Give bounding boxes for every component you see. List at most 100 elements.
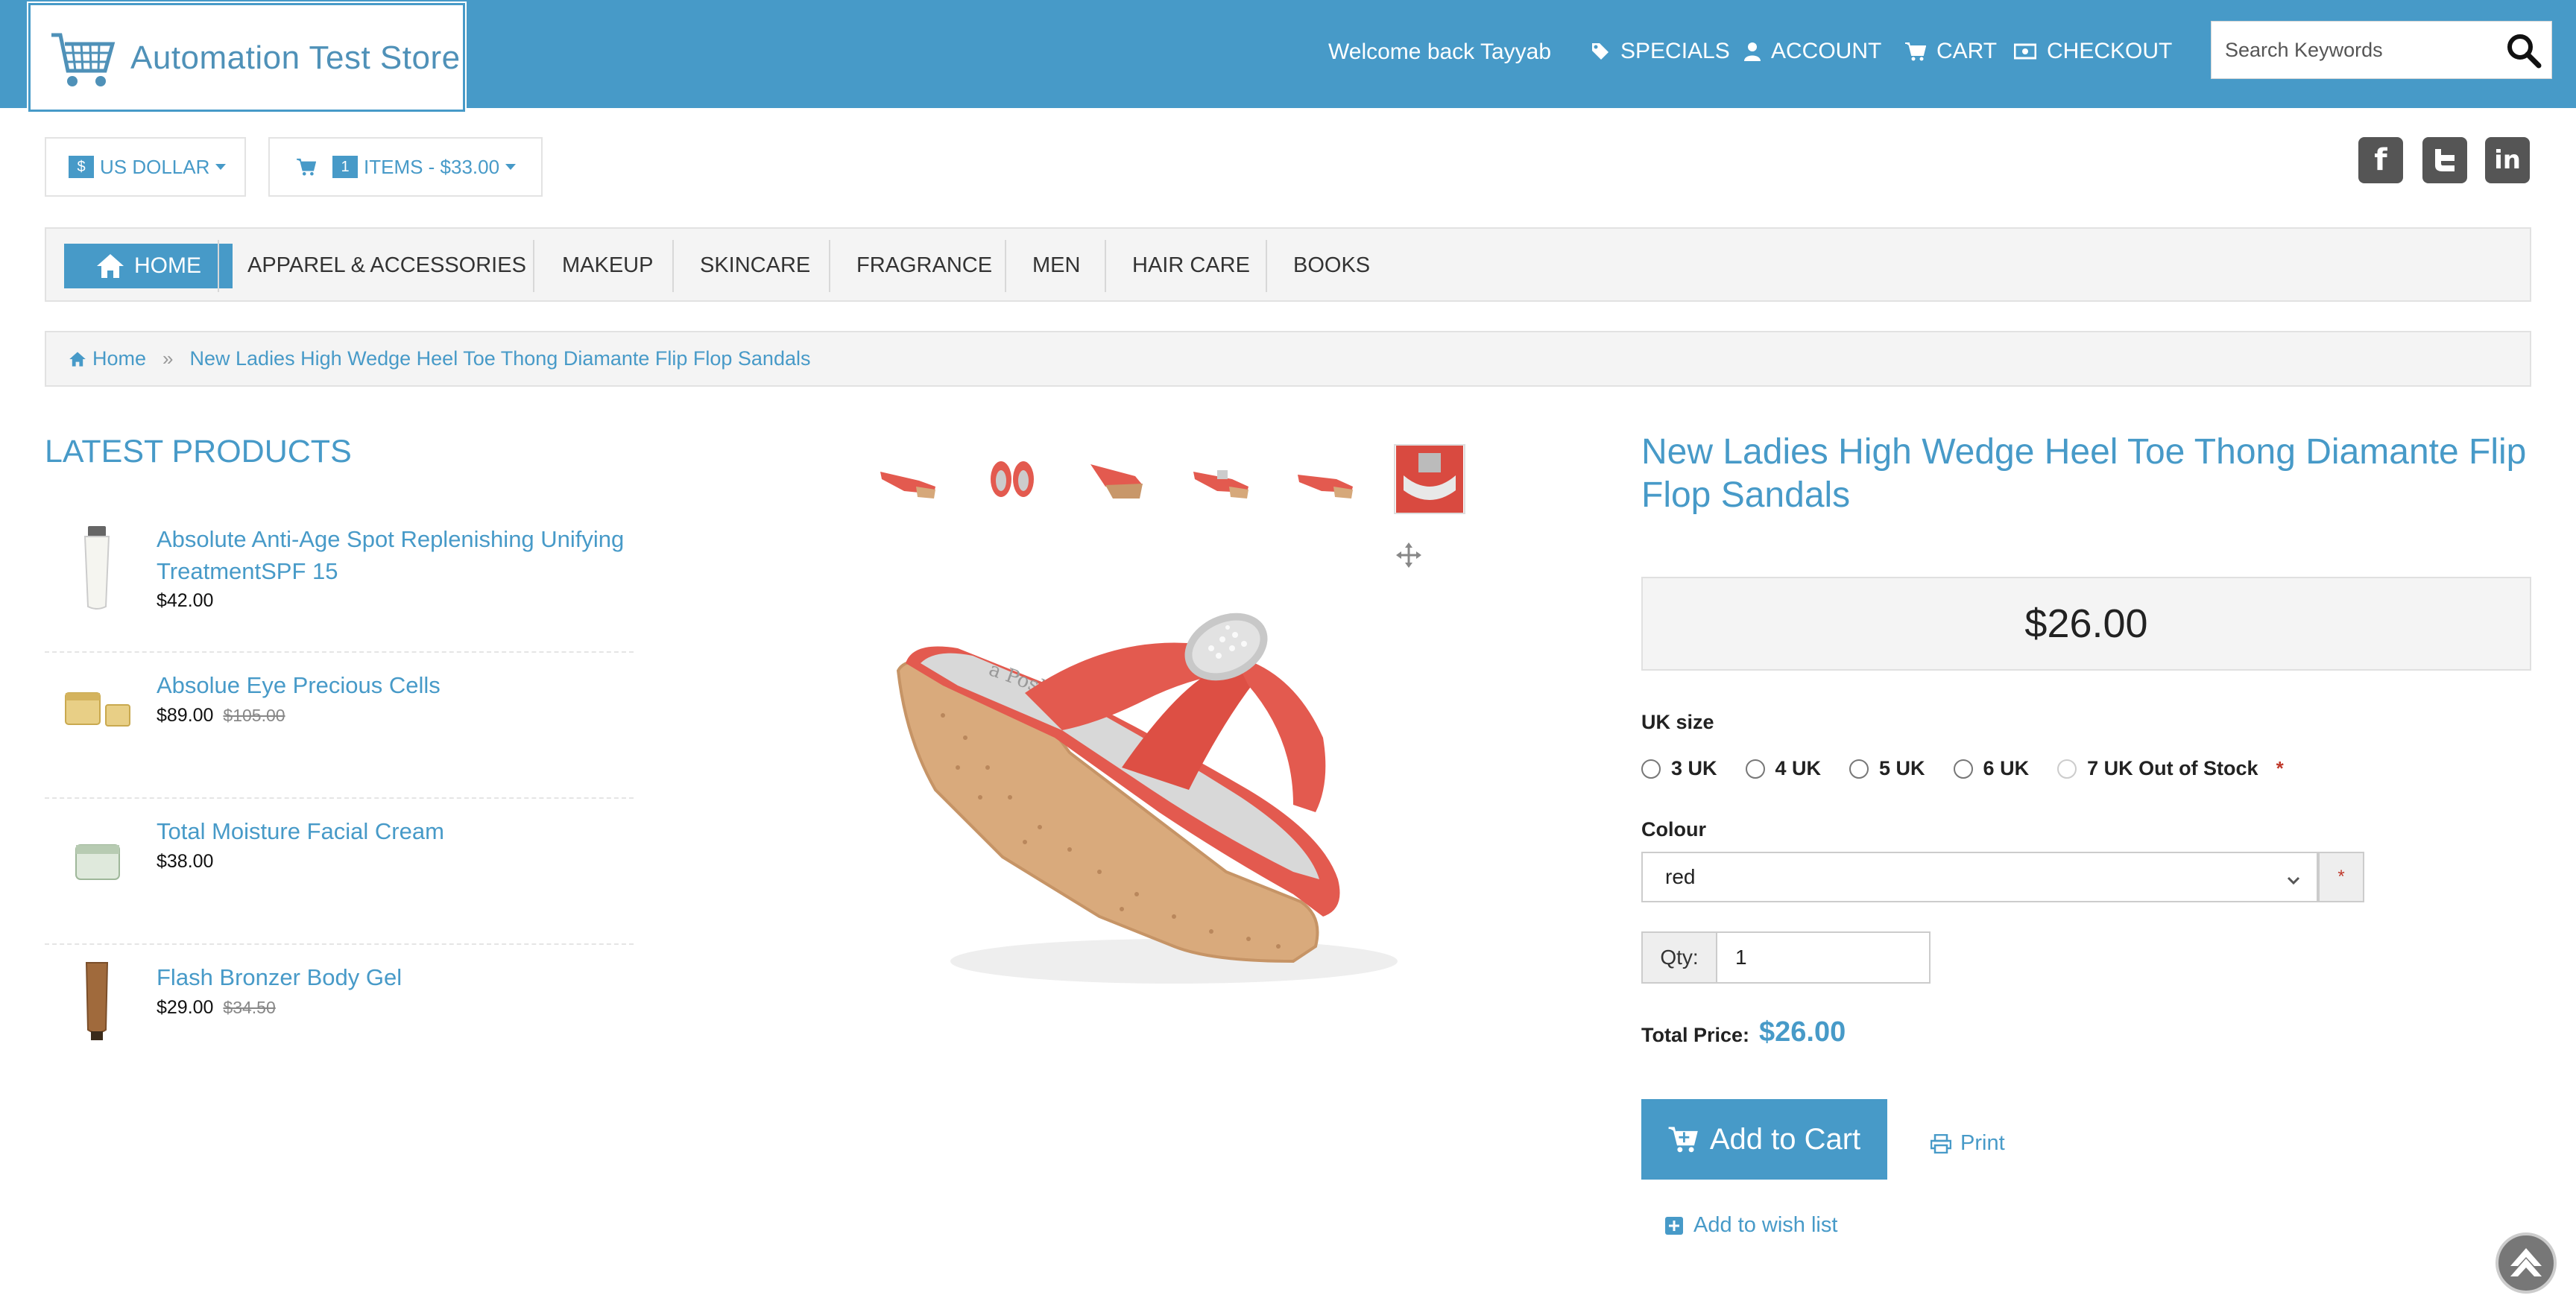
search-box: [2211, 21, 2552, 79]
store-logo[interactable]: Automation Test Store: [27, 1, 467, 113]
size-option-label: 6 UK: [1983, 757, 2030, 779]
size-options: 3 UK 4 UK 5 UK 6 UK 7 UK Out of Stock *: [1641, 757, 2284, 780]
menu-divider: [1266, 240, 1267, 292]
facebook-icon[interactable]: f: [2358, 137, 2403, 183]
colour-select[interactable]: red: [1641, 852, 2318, 902]
menu-apparel[interactable]: APPAREL & ACCESSORIES: [247, 253, 526, 278]
menu-divider: [672, 240, 674, 292]
latest-product-name[interactable]: Absolue Eye Precious Cells: [157, 669, 634, 701]
cart-dropdown[interactable]: 1 ITEMS - $33.00: [268, 137, 543, 197]
product-thumbnail[interactable]: [60, 663, 134, 753]
menu-fragrance[interactable]: FRAGRANCE: [856, 253, 992, 278]
search-icon[interactable]: [2505, 32, 2542, 69]
colour-value: red: [1665, 865, 1696, 888]
size-radio-3uk[interactable]: 3 UK: [1641, 757, 1717, 780]
size-radio-4uk[interactable]: 4 UK: [1745, 757, 1822, 780]
qty-label: Qty:: [1643, 933, 1717, 982]
logo-text: Automation Test Store: [130, 39, 461, 76]
twitter-icon[interactable]: [2422, 137, 2467, 183]
home-icon: [97, 254, 124, 278]
product-title: New Ladies High Wedge Heel Toe Thong Dia…: [1641, 432, 2527, 515]
product-main-image[interactable]: a Posh: [876, 544, 1442, 1080]
add-to-cart-button[interactable]: Add to Cart: [1641, 1099, 1887, 1180]
currency-dropdown[interactable]: $ US DOLLAR: [45, 137, 246, 197]
nav-cart[interactable]: CART: [1905, 39, 1997, 64]
size-radio-6uk[interactable]: 6 UK: [1953, 757, 2030, 780]
home-icon: [69, 351, 86, 367]
colour-label: Colour: [1641, 818, 1706, 841]
product-thumbnail[interactable]: [1289, 444, 1361, 514]
radio-circle[interactable]: [1641, 759, 1661, 779]
chevron-down-icon: [215, 164, 227, 170]
latest-product-price: $89.00 $105.00: [157, 705, 285, 727]
total-price-value: $26.00: [1759, 1016, 1846, 1048]
chevron-up-icon: [2510, 1248, 2542, 1276]
price-old: $34.50: [223, 998, 276, 1017]
size-label: UK size: [1641, 711, 1714, 733]
latest-product-name[interactable]: Absolute Anti-Age Spot Replenishing Unif…: [157, 523, 634, 587]
breadcrumb-separator-icon: »: [162, 347, 174, 370]
welcome-message[interactable]: Welcome back Tayyab: [1328, 39, 1551, 65]
product-thumbnail[interactable]: [1081, 444, 1152, 514]
product-thumbnail[interactable]: [60, 523, 134, 613]
menu-men[interactable]: MEN: [1032, 253, 1080, 278]
latest-product-item: Absolue Eye Precious Cells $89.00 $105.0…: [45, 653, 634, 799]
search-input[interactable]: [2212, 22, 2480, 78]
price-old: $105.00: [223, 706, 285, 725]
menu-books[interactable]: BOOKS: [1293, 253, 1370, 278]
size-option-label: 5 UK: [1879, 757, 1925, 779]
nav-checkout[interactable]: CHECKOUT: [2014, 39, 2172, 64]
product-thumbnail[interactable]: [60, 814, 134, 903]
product-thumbnail[interactable]: [1185, 444, 1257, 514]
print-link[interactable]: Print: [1931, 1131, 2005, 1156]
scroll-to-top-button[interactable]: [2496, 1232, 2557, 1294]
latest-product-price: $29.00 $34.50: [157, 997, 276, 1019]
breadcrumb-home[interactable]: Home: [92, 347, 146, 370]
latest-product-name[interactable]: Total Moisture Facial Cream: [157, 815, 634, 847]
radio-circle[interactable]: [1745, 759, 1765, 779]
radio-circle: [2057, 759, 2077, 779]
qty-input[interactable]: 1: [1717, 933, 1929, 982]
latest-products-title: LATEST PRODUCTS: [45, 434, 352, 469]
nav-label: SPECIALS: [1620, 39, 1730, 63]
add-to-cart-label: Add to Cart: [1709, 1122, 1861, 1156]
nav-label: CART: [1936, 39, 1998, 63]
product-thumbnail-selected[interactable]: [1394, 444, 1465, 514]
size-option-label: 7 UK Out of Stock: [2087, 757, 2258, 779]
cart-icon: [1668, 1127, 1698, 1153]
nav-label: ACCOUNT: [1771, 39, 1882, 63]
size-option-label: 4 UK: [1775, 757, 1822, 779]
product-thumbnail[interactable]: [872, 444, 944, 514]
latest-product-item: Total Moisture Facial Cream $38.00: [45, 799, 634, 945]
nav-label: CHECKOUT: [2047, 39, 2173, 63]
radio-circle[interactable]: [1849, 759, 1869, 779]
latest-product-item: Flash Bronzer Body Gel $29.00 $34.50: [45, 945, 634, 1091]
latest-product-item: Absolute Anti-Age Spot Replenishing Unif…: [45, 507, 634, 653]
price-current: $42.00: [157, 590, 214, 611]
nav-specials[interactable]: SPECIALS: [1591, 39, 1730, 64]
menu-home-label: HOME: [134, 253, 201, 278]
nav-account[interactable]: ACCOUNT: [1744, 39, 1881, 64]
required-indicator: *: [2276, 757, 2284, 779]
cart-summary-label: ITEMS - $33.00: [364, 155, 500, 178]
size-radio-5uk[interactable]: 5 UK: [1849, 757, 1925, 780]
product-thumbnail[interactable]: [976, 444, 1048, 514]
linkedin-icon[interactable]: in: [2485, 137, 2530, 183]
breadcrumb-current[interactable]: New Ladies High Wedge Heel Toe Thong Dia…: [190, 347, 811, 370]
menu-home[interactable]: HOME: [64, 244, 233, 288]
cart-icon: [297, 158, 316, 176]
product-thumbnail[interactable]: [60, 955, 134, 1045]
latest-product-name[interactable]: Flash Bronzer Body Gel: [157, 961, 634, 993]
menu-makeup[interactable]: MAKEUP: [562, 253, 653, 278]
menu-divider: [1105, 240, 1106, 292]
add-to-wishlist-link[interactable]: Add to wish list: [1665, 1213, 1837, 1238]
menu-hair-care[interactable]: HAIR CARE: [1132, 253, 1250, 278]
chevron-down-icon: [2285, 870, 2302, 893]
currency-label: US DOLLAR: [100, 155, 210, 178]
price-current: $38.00: [157, 851, 214, 872]
radio-circle[interactable]: [1953, 759, 1973, 779]
cart-logo-icon: [51, 33, 116, 86]
menu-skincare[interactable]: SKINCARE: [700, 253, 810, 278]
menu-divider: [218, 240, 219, 292]
menu-divider: [533, 240, 534, 292]
